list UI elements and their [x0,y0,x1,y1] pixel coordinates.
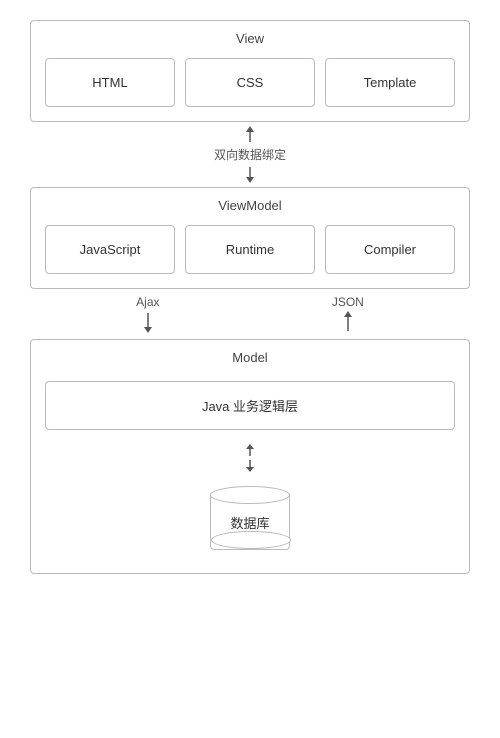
view-items: HTML CSS Template [45,58,455,107]
view-item-template: Template [325,58,455,107]
model-layer: Model Java 业务逻辑层 数据库 [30,339,470,574]
viewmodel-items: JavaScript Runtime Compiler [45,225,455,274]
view-layer: View HTML CSS Template [30,20,470,122]
down-arrow-icon [242,165,258,183]
viewmodel-layer: ViewModel JavaScript Runtime Compiler [30,187,470,289]
database-container: 数据库 [210,486,290,559]
db-label: 数据库 [230,513,269,532]
diagram-wrapper: View HTML CSS Template 双向数据绑定 ViewModel … [30,20,470,574]
ajax-label: Ajax [136,295,159,309]
view-item-css: CSS [185,58,315,107]
inner-up-arrow-icon [242,444,258,458]
up-arrow-icon [242,126,258,144]
json-arrow-item: JSON [332,295,364,333]
java-box: Java 业务逻辑层 [45,381,455,430]
database-cylinder: 数据库 [210,486,290,559]
model-title: Model [45,350,455,365]
model-inner: Java 业务逻辑层 数据库 [45,377,455,559]
view-item-html: HTML [45,58,175,107]
viewmodel-item-js: JavaScript [45,225,175,274]
double-arrow-section: 双向数据绑定 [214,126,286,183]
viewmodel-item-compiler: Compiler [325,225,455,274]
db-bottom-ellipse [211,531,291,549]
json-arrow-icon [340,311,356,333]
double-arrow-label: 双向数据绑定 [214,146,286,163]
viewmodel-item-runtime: Runtime [185,225,315,274]
ajax-arrow-icon [140,311,156,333]
viewmodel-title: ViewModel [45,198,455,213]
ajax-arrow-item: Ajax [136,295,159,333]
view-title: View [45,31,455,46]
db-top-ellipse [210,486,290,504]
inner-down-arrow-icon [242,458,258,472]
split-arrow-section: Ajax JSON [30,291,470,337]
json-label: JSON [332,295,364,309]
inner-arrow-section [242,444,258,472]
